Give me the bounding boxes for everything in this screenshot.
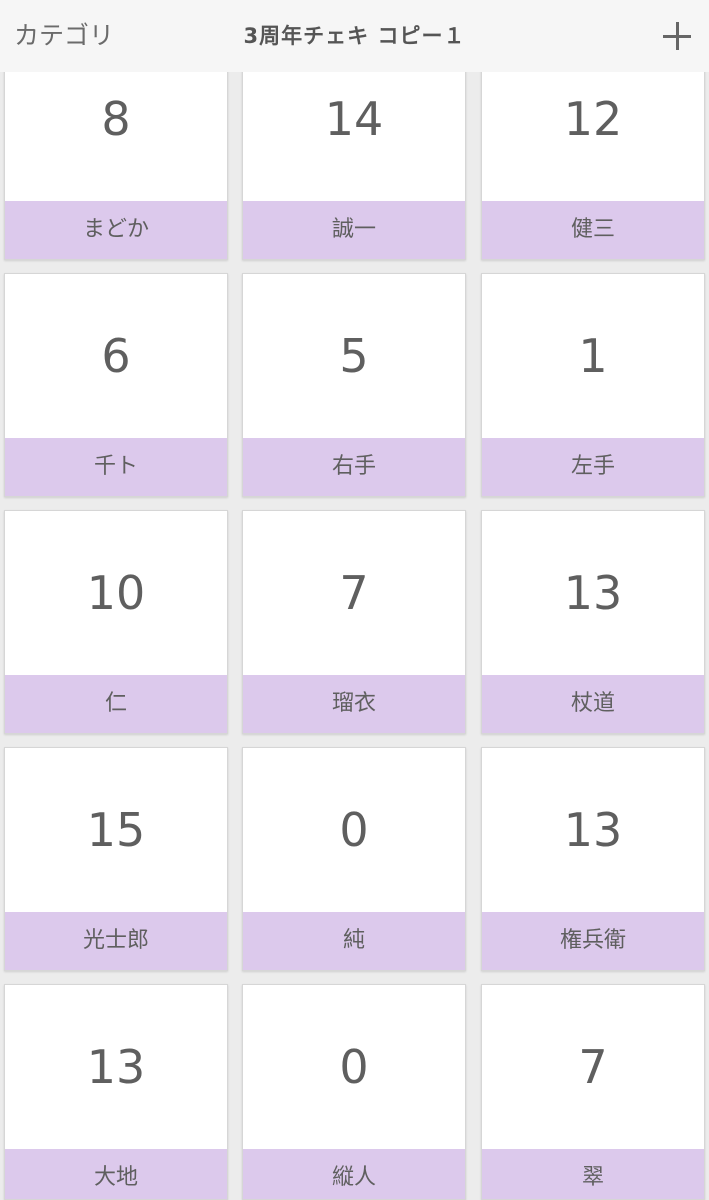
add-button[interactable] [663, 22, 691, 50]
card-label: 権兵衛 [482, 912, 704, 970]
card-item[interactable]: 15 光士郎 [4, 747, 228, 971]
card-item[interactable]: 13 権兵衛 [481, 747, 705, 971]
card-count: 7 [578, 1040, 608, 1094]
card-count: 13 [563, 566, 623, 620]
card-count: 6 [101, 329, 131, 383]
card-item[interactable]: 13 大地 [4, 984, 228, 1200]
card-count: 5 [339, 329, 369, 383]
card-count: 15 [86, 803, 146, 857]
card-count: 0 [339, 803, 369, 857]
card-count: 0 [339, 1040, 369, 1094]
card-label: 健三 [482, 201, 704, 259]
card-item[interactable]: 5 右手 [242, 273, 466, 497]
card-label: まどか [5, 201, 227, 259]
card-item[interactable]: 0 純 [242, 747, 466, 971]
card-label: 光士郎 [5, 912, 227, 970]
card-label: 杖道 [482, 675, 704, 733]
page-title: 3周年チェキ コピー１ [243, 24, 466, 48]
card-item[interactable]: 13 杖道 [481, 510, 705, 734]
card-label: 仁 [5, 675, 227, 733]
card-label: 縦人 [243, 1149, 465, 1199]
card-label: 大地 [5, 1149, 227, 1199]
card-item[interactable]: 6 千ト [4, 273, 228, 497]
card-item[interactable]: 7 翠 [481, 984, 705, 1200]
card-count: 13 [86, 1040, 146, 1094]
card-count: 10 [86, 566, 146, 620]
card-item[interactable]: 1 左手 [481, 273, 705, 497]
card-item[interactable]: 10 仁 [4, 510, 228, 734]
card-count: 13 [563, 803, 623, 857]
card-label: 純 [243, 912, 465, 970]
card-label: 千ト [5, 438, 227, 496]
card-label: 翠 [482, 1149, 704, 1199]
card-count: 1 [578, 329, 608, 383]
top-bar: カテゴリ 3周年チェキ コピー１ [0, 0, 709, 72]
card-label: 瑠衣 [243, 675, 465, 733]
card-label: 誠一 [243, 201, 465, 259]
card-item[interactable]: 7 瑠衣 [242, 510, 466, 734]
card-count: 7 [339, 566, 369, 620]
card-label: 左手 [482, 438, 704, 496]
card-item[interactable]: 0 縦人 [242, 984, 466, 1200]
card-label: 右手 [243, 438, 465, 496]
